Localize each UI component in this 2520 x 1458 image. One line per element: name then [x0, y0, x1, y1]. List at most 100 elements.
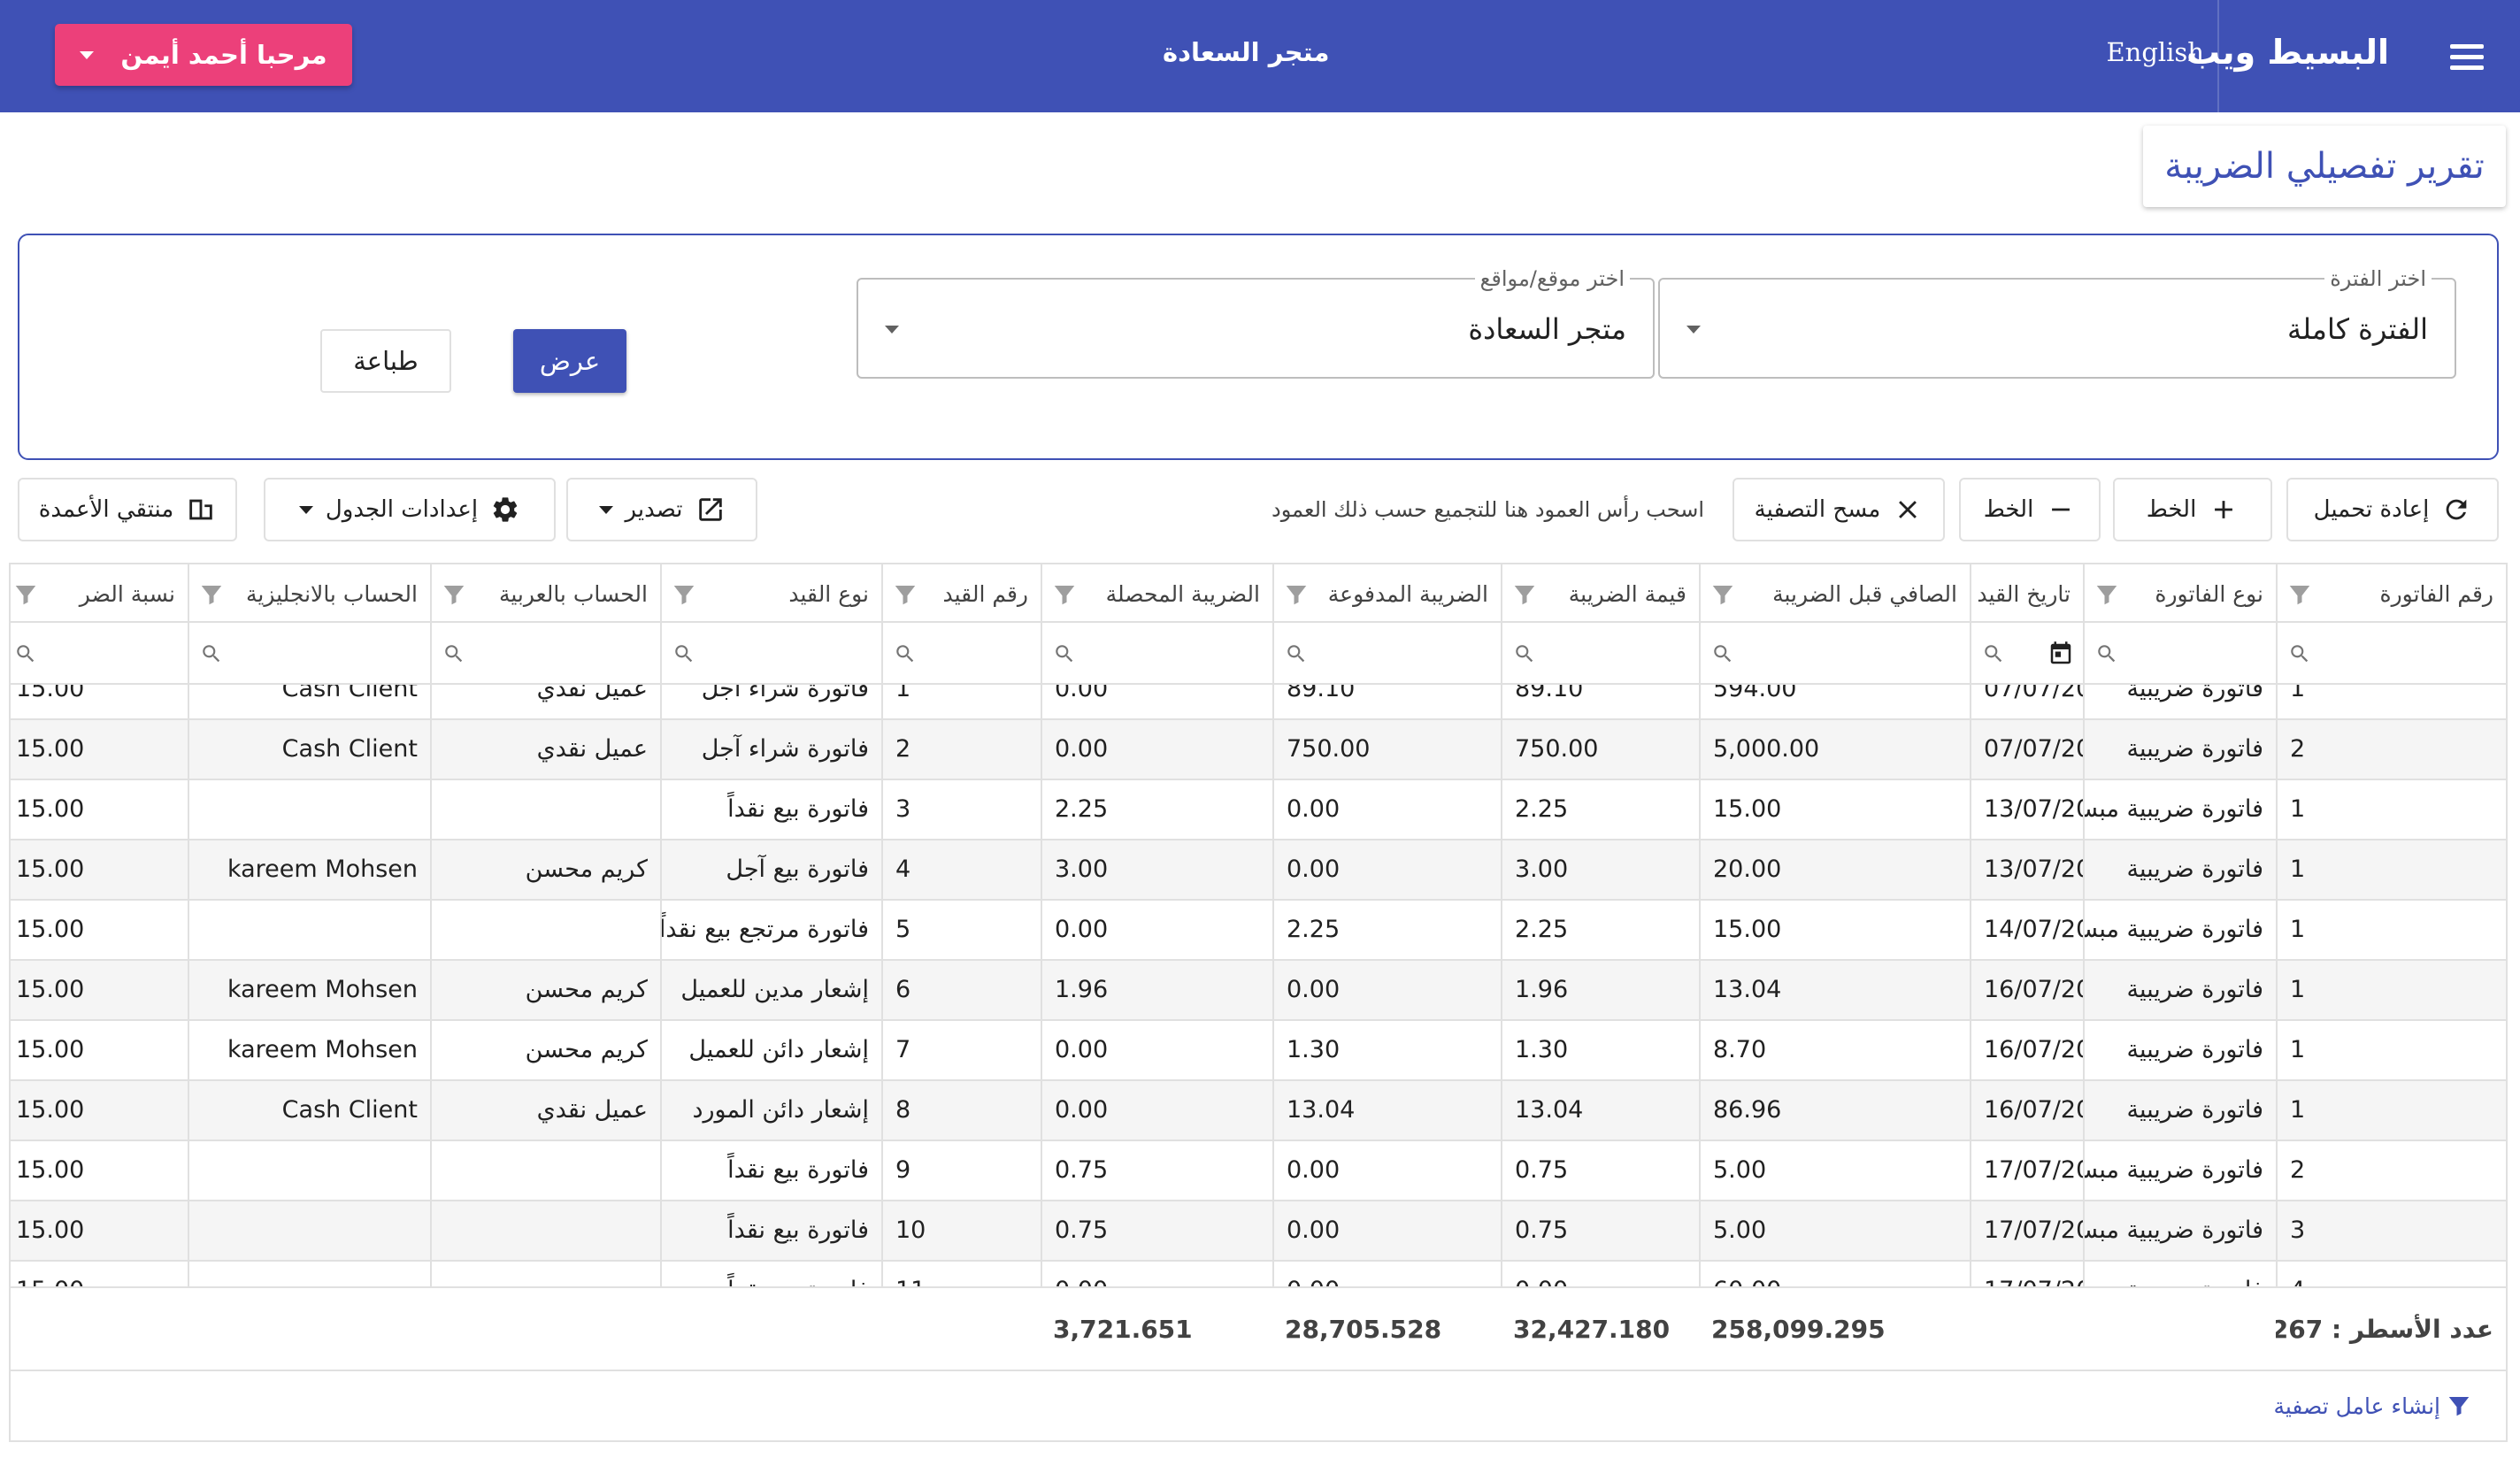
- column-header[interactable]: رقم القيد: [881, 564, 1041, 623]
- search-icon: [442, 642, 465, 665]
- column-header[interactable]: نوع الفاتورة: [2083, 564, 2276, 623]
- column-search-input[interactable]: [881, 623, 1041, 685]
- print-button[interactable]: طباعة: [320, 329, 451, 393]
- table-cell: إشعار دائن للعميل: [660, 1021, 881, 1081]
- table-cell: 0.00: [1041, 720, 1272, 780]
- table-cell: 15.00: [11, 901, 188, 961]
- export-button[interactable]: تصدير: [566, 478, 757, 541]
- tax-report-grid: رقم الفاتورة نوع الفاتورة تاريخ القيد الصاف…: [9, 563, 2508, 1442]
- column-filter-icon[interactable]: [892, 581, 918, 606]
- table-cell: 07/07/2025: [1970, 685, 2083, 720]
- add-line-button[interactable]: الخط: [2113, 478, 2272, 541]
- table-cell: فاتورة ضريبية: [2083, 685, 2276, 720]
- table-row[interactable]: 1فاتورة ضريبية16/07/202513.041.960.001.9…: [11, 961, 2506, 1021]
- user-menu-button[interactable]: مرحبا أحمد أيمن: [55, 24, 352, 86]
- table-cell: 3.00: [1041, 840, 1272, 901]
- column-header[interactable]: الحساب بالانجليزية: [188, 564, 430, 623]
- column-search-input[interactable]: [188, 623, 430, 685]
- table-cell: 0.00: [1041, 1081, 1272, 1141]
- table-cell: 15.00: [11, 1021, 188, 1081]
- column-picker-button[interactable]: منتقي الأعمدة: [18, 478, 237, 541]
- table-cell: [188, 1141, 430, 1201]
- column-filter-icon[interactable]: [1709, 581, 1736, 606]
- hamburger-menu-icon[interactable]: [2446, 35, 2488, 78]
- table-cell: 17/07/2025: [1970, 1141, 2083, 1201]
- table-row[interactable]: 2فاتورة ضريبية مبسطة17/07/20255.000.750.…: [11, 1141, 2506, 1201]
- column-search-input[interactable]: [430, 623, 660, 685]
- table-cell: 0.00: [1272, 1201, 1501, 1262]
- table-cell: 3: [881, 780, 1041, 840]
- table-cell: [188, 1201, 430, 1262]
- group-drop-zone[interactable]: اسحب رأس العمود هنا للتجميع حسب ذلك العم…: [1272, 494, 1704, 526]
- search-icon: [894, 642, 917, 665]
- column-header[interactable]: تاريخ القيد: [1970, 564, 2083, 623]
- table-cell: 16/07/2025: [1970, 961, 2083, 1021]
- plus-icon: [2215, 501, 2233, 518]
- column-filter-icon[interactable]: [2094, 581, 2120, 606]
- clear-filter-button[interactable]: مسح التصفية: [1732, 478, 1945, 541]
- column-header[interactable]: الضريبة المدفوعة: [1272, 564, 1501, 623]
- column-filter-icon[interactable]: [441, 581, 467, 606]
- table-cell: kareem Mohsen: [188, 1021, 430, 1081]
- table-cell: Cash Client: [188, 720, 430, 780]
- column-filter-icon[interactable]: [12, 581, 39, 606]
- table-row[interactable]: 2فاتورة ضريبية07/07/20255,000.00750.0075…: [11, 720, 2506, 780]
- column-header[interactable]: الحساب بالعربية: [430, 564, 660, 623]
- column-search-input[interactable]: [2083, 623, 2276, 685]
- column-search-input[interactable]: [1041, 623, 1272, 685]
- table-row[interactable]: 1فاتورة ضريبية07/07/2025594.0089.1089.10…: [11, 685, 2506, 720]
- table-settings-label: إعدادات الجدول: [325, 496, 479, 523]
- column-search-input[interactable]: [1501, 623, 1699, 685]
- remove-line-button[interactable]: الخط: [1959, 478, 2101, 541]
- table-settings-button[interactable]: إعدادات الجدول: [264, 478, 556, 541]
- reload-button[interactable]: إعادة تحميل: [2286, 478, 2499, 541]
- table-cell: 15.00: [11, 840, 188, 901]
- column-filter-icon[interactable]: [1283, 581, 1310, 606]
- table-cell: فاتورة بيع آجل: [660, 840, 881, 901]
- table-cell: 5.00: [1699, 1201, 1970, 1262]
- column-header[interactable]: قيمة الضريبة: [1501, 564, 1699, 623]
- column-search-input[interactable]: [1970, 623, 2083, 685]
- column-header[interactable]: الضريبة المحصلة: [1041, 564, 1272, 623]
- column-header-label: قيمة الضريبة: [1568, 580, 1686, 607]
- table-cell: 16/07/2025: [1970, 1081, 2083, 1141]
- table-cell: 2.25: [1272, 901, 1501, 961]
- column-header[interactable]: نوع القيد: [660, 564, 881, 623]
- column-header[interactable]: الصافي قبل الضريبة: [1699, 564, 1970, 623]
- column-header-label: الضريبة المحصلة: [1105, 580, 1260, 607]
- add-line-label: الخط: [2146, 496, 2197, 523]
- column-search-input[interactable]: [660, 623, 881, 685]
- column-search-input[interactable]: [11, 623, 188, 685]
- column-header[interactable]: رقم الفاتورة: [2276, 564, 2506, 623]
- column-filter-icon[interactable]: [2286, 581, 2313, 606]
- period-select[interactable]: اختر الفترة الفترة كاملة: [1658, 265, 2456, 379]
- site-select[interactable]: اختر موقع/مواقع متجر السعادة: [857, 265, 1655, 379]
- show-button[interactable]: عرض: [513, 329, 626, 393]
- column-filter-icon[interactable]: [671, 581, 697, 606]
- column-header-label: الحساب بالانجليزية: [245, 580, 418, 607]
- table-row[interactable]: 1فاتورة ضريبية13/07/202520.003.000.003.0…: [11, 840, 2506, 901]
- calendar-icon[interactable]: [2048, 641, 2074, 667]
- table-row[interactable]: 3فاتورة ضريبية مبسطة17/07/20255.000.750.…: [11, 1201, 2506, 1262]
- table-cell: 0.75: [1041, 1141, 1272, 1201]
- column-filter-icon[interactable]: [198, 581, 225, 606]
- column-filter-icon[interactable]: [1051, 581, 1078, 606]
- table-cell: 13.04: [1699, 961, 1970, 1021]
- column-search-input[interactable]: [1699, 623, 1970, 685]
- column-header[interactable]: نسبة الضر: [11, 564, 188, 623]
- language-switch[interactable]: English: [2106, 34, 2204, 71]
- table-row[interactable]: 1فاتورة ضريبية16/07/202586.9613.0413.040…: [11, 1081, 2506, 1141]
- table-row[interactable]: 1فاتورة ضريبية16/07/20258.701.301.300.00…: [11, 1021, 2506, 1081]
- table-cell: 750.00: [1501, 720, 1699, 780]
- search-icon: [672, 642, 695, 665]
- table-cell: 1.96: [1501, 961, 1699, 1021]
- column-search-input[interactable]: [1272, 623, 1501, 685]
- table-cell: 4: [881, 840, 1041, 901]
- table-cell: [430, 780, 660, 840]
- table-row[interactable]: 1فاتورة ضريبية مبسطة13/07/202515.002.250…: [11, 780, 2506, 840]
- column-search-input[interactable]: [2276, 623, 2506, 685]
- column-filter-icon[interactable]: [1511, 581, 1538, 606]
- table-cell: 3.00: [1501, 840, 1699, 901]
- create-filter-link[interactable]: إنشاء عامل تصفية: [2273, 1393, 2472, 1419]
- table-row[interactable]: 1فاتورة ضريبية مبسطة14/07/202515.002.252…: [11, 901, 2506, 961]
